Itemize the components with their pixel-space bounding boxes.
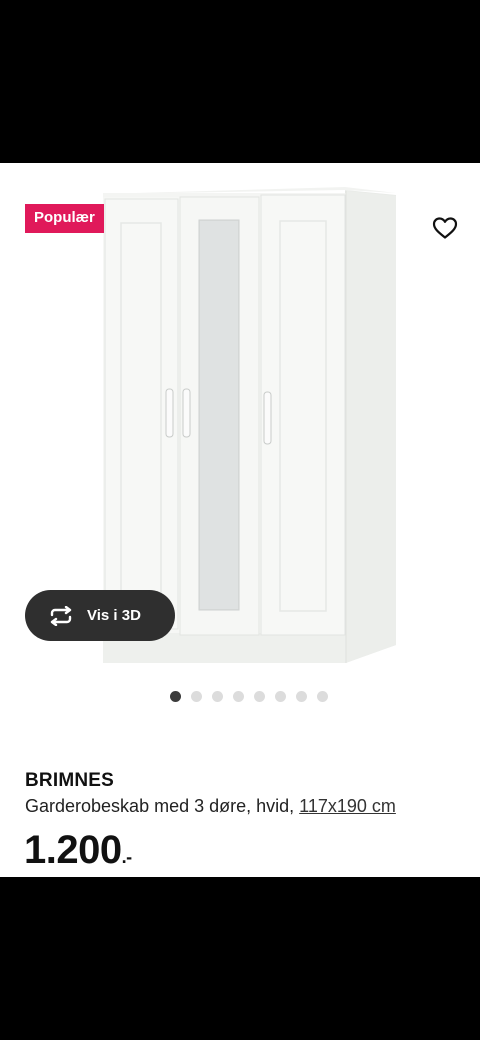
price-suffix: .- — [121, 847, 133, 867]
rotate-arrows-icon — [50, 605, 72, 626]
carousel-dot-2[interactable] — [191, 690, 202, 702]
heart-outline-icon — [432, 217, 458, 239]
product-price: 1.200.- — [24, 828, 132, 873]
favorite-button[interactable] — [430, 213, 460, 243]
carousel-dot-8[interactable] — [317, 690, 328, 702]
product-card: Populær Vis i 3D BRIMNES Garderobeskab m… — [0, 163, 480, 877]
carousel-dot-4[interactable] — [233, 690, 244, 702]
price-value: 1.200 — [24, 828, 122, 872]
carousel-indicator — [170, 690, 328, 702]
product-dimensions-link[interactable]: 117x190 cm — [299, 796, 396, 816]
view-3d-button[interactable]: Vis i 3D — [25, 590, 175, 641]
product-description-text: Garderobeskab med 3 døre, hvid, — [25, 796, 295, 816]
carousel-dot-1[interactable] — [170, 690, 181, 702]
carousel-dot-3[interactable] — [212, 690, 223, 702]
product-name: BRIMNES — [25, 770, 115, 791]
view-3d-label: Vis i 3D — [87, 607, 141, 624]
popular-badge: Populær — [25, 204, 104, 233]
carousel-dot-7[interactable] — [296, 690, 307, 702]
product-description: Garderobeskab med 3 døre, hvid, 117x190 … — [25, 796, 396, 817]
carousel-dot-5[interactable] — [254, 690, 265, 702]
navigation-bar-area — [0, 877, 480, 1040]
carousel-dot-6[interactable] — [275, 690, 286, 702]
status-bar-area — [0, 0, 480, 163]
